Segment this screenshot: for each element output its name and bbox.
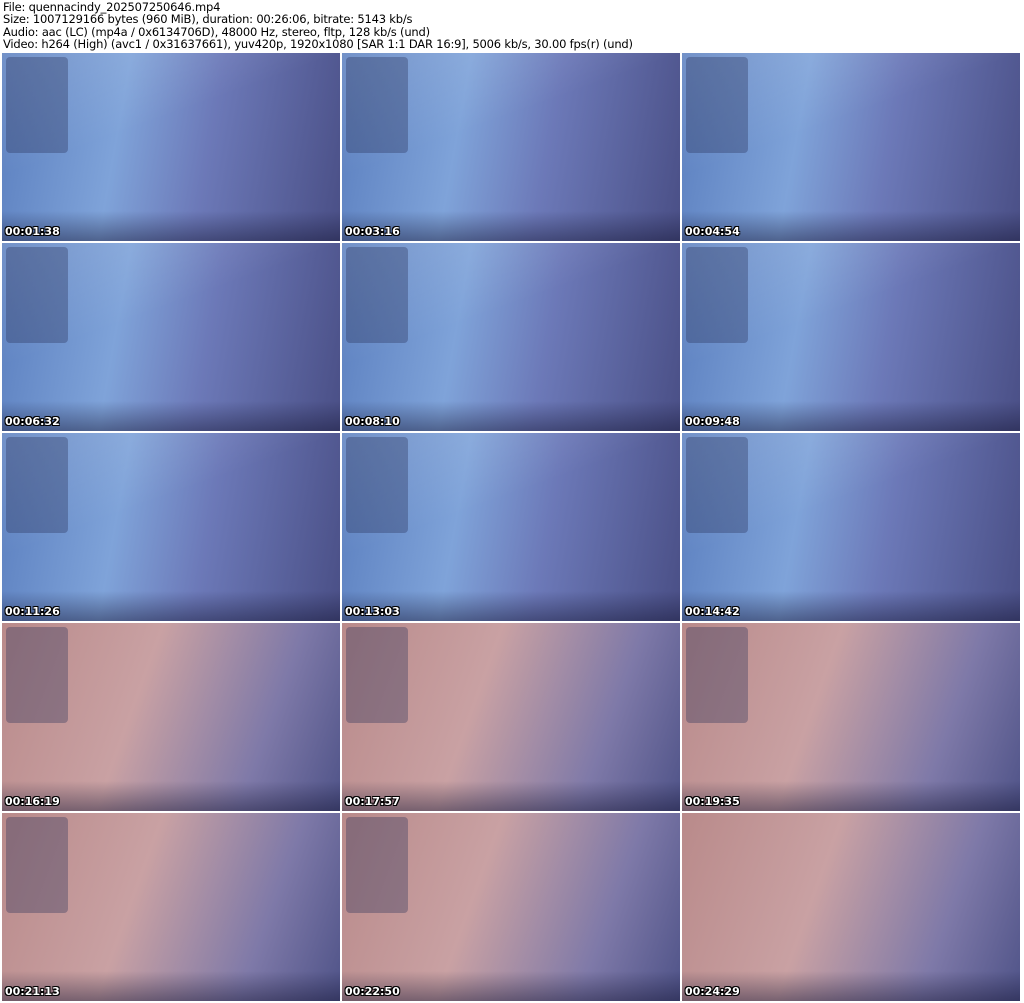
file-size-info: Size: 1007129166 bytes (960 MiB), durati…	[3, 12, 413, 27]
stream-overlay-panel	[6, 437, 68, 533]
stream-overlay-panel	[686, 247, 748, 343]
thumbnail-timestamp: 00:16:19	[5, 795, 60, 808]
thumbnail-timestamp: 00:21:13	[5, 985, 60, 998]
thumbnail: 00:16:19	[2, 623, 340, 811]
thumbnail: 00:24:29	[682, 813, 1020, 1001]
thumbnail: 00:17:57	[342, 623, 680, 811]
thumbnail-timestamp: 00:09:48	[685, 415, 740, 428]
stream-overlay-panel	[346, 627, 408, 723]
thumbnail: 00:03:16	[342, 53, 680, 241]
thumbnail-timestamp: 00:11:26	[5, 605, 60, 618]
stream-overlay-panel	[6, 247, 68, 343]
stream-overlay-panel	[6, 57, 68, 153]
thumbnail: 00:09:48	[682, 243, 1020, 431]
thumbnail: 00:19:35	[682, 623, 1020, 811]
thumbnail: 00:11:26	[2, 433, 340, 621]
thumbnail: 00:06:32	[2, 243, 340, 431]
stream-overlay-panel	[346, 817, 408, 913]
thumbnail-timestamp: 00:01:38	[5, 225, 60, 238]
stream-overlay-panel	[346, 437, 408, 533]
thumbnail: 00:13:03	[342, 433, 680, 621]
stream-overlay-panel	[346, 57, 408, 153]
video-info: Video: h264 (High) (avc1 / 0x31637661), …	[3, 37, 633, 52]
thumbnail: 00:14:42	[682, 433, 1020, 621]
stream-overlay-panel	[686, 627, 748, 723]
thumbnail: 00:21:13	[2, 813, 340, 1001]
stream-overlay-panel	[686, 57, 748, 153]
thumbnail-timestamp: 00:13:03	[345, 605, 400, 618]
file-info-header: File: quennacindy_202507250646.mp4 Size: …	[3, 1, 633, 51]
thumbnail: 00:22:50	[342, 813, 680, 1001]
thumbnail-timestamp: 00:17:57	[345, 795, 400, 808]
thumbnail-timestamp: 00:19:35	[685, 795, 740, 808]
thumbnail-grid: 00:01:38 00:03:16 00:04:54 00:06:32 00:08:10…	[2, 53, 1020, 1001]
stream-overlay-panel	[6, 627, 68, 723]
thumbnail-timestamp: 00:22:50	[345, 985, 400, 998]
stream-overlay-panel	[686, 437, 748, 533]
stream-overlay-panel	[346, 247, 408, 343]
thumbnail: 00:01:38	[2, 53, 340, 241]
thumbnail-timestamp: 00:08:10	[345, 415, 400, 428]
thumbnail-timestamp: 00:06:32	[5, 415, 60, 428]
thumbnail-timestamp: 00:04:54	[685, 225, 740, 238]
stream-overlay-panel	[6, 817, 68, 913]
thumbnail-timestamp: 00:14:42	[685, 605, 740, 618]
thumbnail: 00:04:54	[682, 53, 1020, 241]
thumbnail-timestamp: 00:24:29	[685, 985, 740, 998]
thumbnail: 00:08:10	[342, 243, 680, 431]
thumbnail-timestamp: 00:03:16	[345, 225, 400, 238]
